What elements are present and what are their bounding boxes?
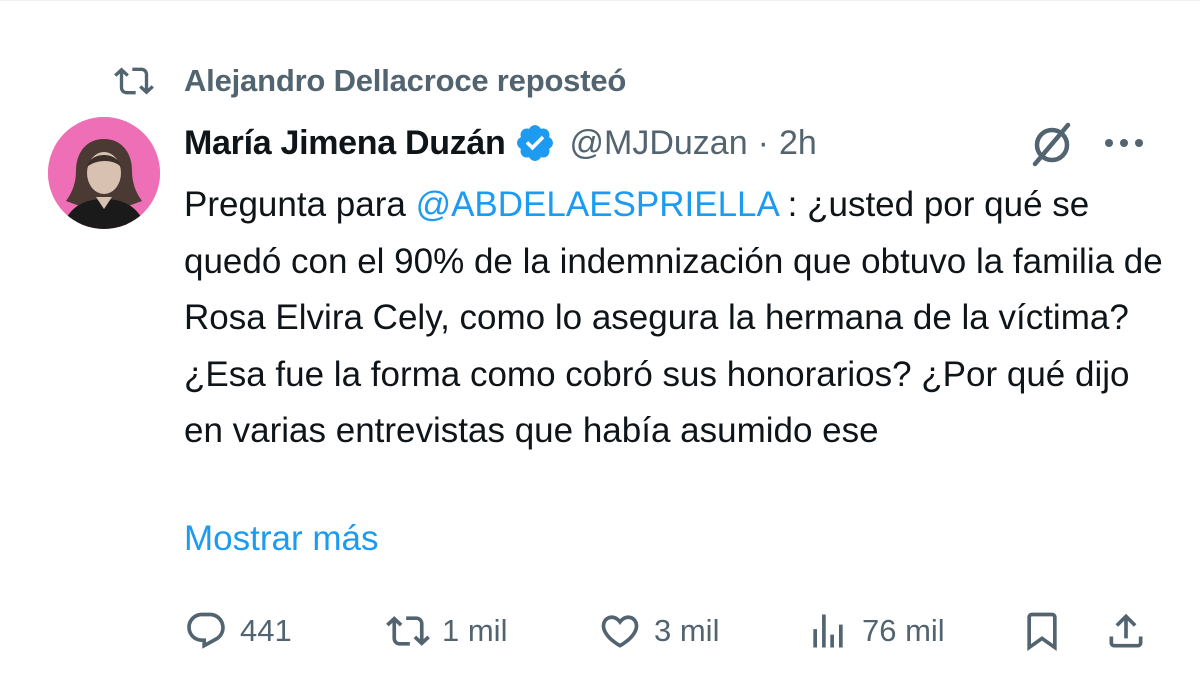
author-handle[interactable]: @MJDuzan xyxy=(570,124,748,163)
repost-context: Alejandro Dellacroce reposteó xyxy=(112,57,626,105)
tweet-card[interactable]: Alejandro Dellacroce reposteó María Jime… xyxy=(0,0,1200,675)
like-count: 3 mil xyxy=(654,613,720,648)
repost-label[interactable]: Alejandro Dellacroce reposteó xyxy=(184,63,626,99)
repost-button[interactable]: 1 mil xyxy=(386,603,507,659)
grok-icon[interactable] xyxy=(1024,115,1080,171)
avatar[interactable] xyxy=(48,117,160,229)
tweet-text-start: Pregunta para xyxy=(184,185,416,224)
tweet-text: Pregunta para @ABDELAESPRIELLA : ¿usted … xyxy=(184,177,1174,460)
reply-count: 441 xyxy=(240,613,292,648)
views-chart-icon xyxy=(813,614,843,648)
reply-icon xyxy=(187,612,225,649)
author-display-name[interactable]: María Jimena Duzán xyxy=(184,124,506,163)
header-separator: · xyxy=(757,123,769,162)
repost-icon xyxy=(112,59,156,103)
share-icon xyxy=(1109,613,1143,648)
repost-count: 1 mil xyxy=(442,613,508,648)
share-button[interactable] xyxy=(1104,603,1148,659)
like-button[interactable]: 3 mil xyxy=(598,603,719,659)
views-count: 76 mil xyxy=(862,613,945,648)
show-more-link[interactable]: Mostrar más xyxy=(184,511,378,567)
verified-badge-icon[interactable] xyxy=(514,122,556,164)
bookmark-button[interactable] xyxy=(1020,603,1064,659)
mention-link[interactable]: @ABDELAESPRIELLA xyxy=(416,185,778,224)
bookmark-icon xyxy=(1027,612,1057,652)
tweet-actions-bar: 441 1 mil 3 mil 76 mil xyxy=(184,603,1154,659)
more-options-icon[interactable] xyxy=(1098,121,1150,165)
tweet-header: María Jimena Duzán @MJDuzan · 2h xyxy=(184,117,817,169)
tweet-text-rest: : ¿usted por qué se quedó con el 90% de … xyxy=(184,185,1163,450)
heart-icon xyxy=(601,615,639,648)
views-button[interactable]: 76 mil xyxy=(806,603,945,659)
reply-button[interactable]: 441 xyxy=(184,603,292,659)
repost-icon xyxy=(386,616,430,646)
tweet-timestamp[interactable]: 2h xyxy=(779,124,817,163)
